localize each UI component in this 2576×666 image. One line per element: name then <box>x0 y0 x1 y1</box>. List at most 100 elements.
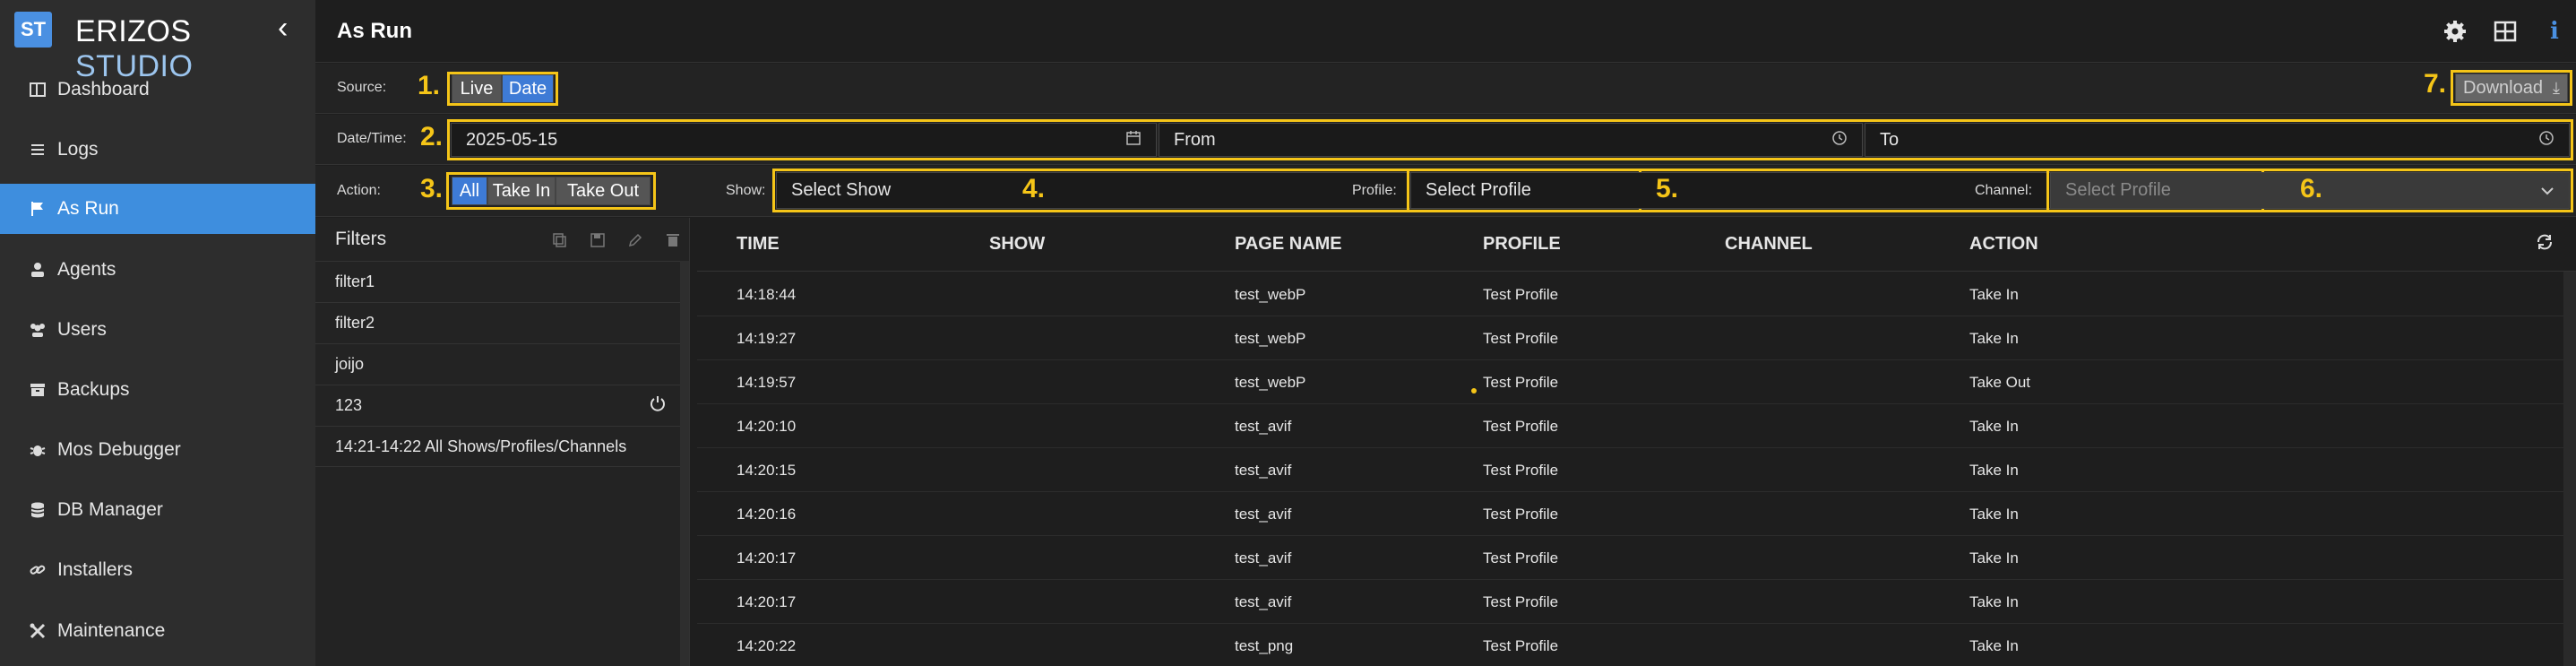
sidebar-item-installers[interactable]: Installers <box>0 545 315 595</box>
cell-profile: Test Profile <box>1483 330 1559 347</box>
cell-action: Take In <box>1969 418 2019 435</box>
cell-profile: Test Profile <box>1483 374 1559 391</box>
sidebar-item-label: Installers <box>57 559 134 580</box>
cell-action: Take In <box>1969 286 2019 303</box>
filter-item-label: filter1 <box>335 272 375 290</box>
column-header-profile[interactable]: PROFILE <box>1483 234 1561 255</box>
column-header-channel[interactable]: CHANNEL <box>1725 234 1813 255</box>
marker-3: 3. <box>420 174 444 203</box>
brand-name-main: ERIZOS <box>75 14 192 48</box>
action-row: Action: 3. All Take In Take Out Show: Se… <box>315 166 2576 217</box>
cell-profile: Test Profile <box>1483 418 1559 435</box>
source-live-button[interactable]: Live <box>452 74 502 103</box>
cell-page-name: test_avif <box>1235 549 1292 567</box>
copy-icon[interactable] <box>550 230 570 250</box>
cell-time: 14:20:10 <box>737 418 797 435</box>
table-scrollbar[interactable] <box>2563 272 2576 666</box>
edit-icon[interactable] <box>625 230 645 250</box>
to-time-placeholder: To <box>1880 129 1900 150</box>
filters-scrollbar[interactable] <box>680 261 689 666</box>
chevron-down-icon <box>2540 181 2554 200</box>
sidebar: ST ERIZOS STUDIO ‹ Dashboard Logs As Run <box>0 0 315 666</box>
as-run-table: TIME SHOW PAGE NAME PROFILE CHANNEL ACTI… <box>697 218 2576 666</box>
column-header-show[interactable]: SHOW <box>989 234 1045 255</box>
column-header-action[interactable]: ACTION <box>1969 234 2038 255</box>
date-input[interactable]: 2025-05-15 <box>451 123 1157 157</box>
trash-icon[interactable] <box>663 230 683 250</box>
filter-item[interactable]: joijo <box>315 343 690 385</box>
cell-page-name: test_avif <box>1235 418 1292 435</box>
sidebar-item-label: As Run <box>57 198 119 219</box>
download-button[interactable]: Download ⤓ <box>2455 74 2568 102</box>
column-header-time[interactable]: TIME <box>737 234 780 255</box>
refresh-icon[interactable] <box>2535 232 2554 258</box>
source-date-button[interactable]: Date <box>502 74 554 103</box>
cell-page-name: test_webP <box>1235 286 1306 303</box>
power-reset-icon[interactable] <box>649 394 667 418</box>
collapse-sidebar-icon[interactable]: ‹ <box>278 11 288 46</box>
sidebar-item-as-run[interactable]: As Run <box>0 184 315 234</box>
cell-time: 14:19:27 <box>737 330 797 347</box>
to-time-input[interactable]: To <box>1865 123 2570 157</box>
table-row[interactable]: 14:20:16 test_avif Test Profile Take In <box>697 492 2576 536</box>
sidebar-item-dashboard[interactable]: Dashboard <box>0 65 315 115</box>
sidebar-item-db-manager[interactable]: DB Manager <box>0 485 315 535</box>
settings-gear-icon[interactable] <box>2442 18 2468 45</box>
cell-action: Take In <box>1969 637 2019 654</box>
source-label: Source: <box>337 80 387 95</box>
save-icon[interactable] <box>588 230 607 250</box>
cell-page-name: test_avif <box>1235 593 1292 610</box>
app-root: ST ERIZOS STUDIO ‹ Dashboard Logs As Run <box>0 0 2576 666</box>
table-row[interactable]: 14:20:17 test_avif Test Profile Take In <box>697 580 2576 624</box>
table-row[interactable]: 14:20:15 test_avif Test Profile Take In <box>697 448 2576 492</box>
filter-item[interactable]: filter2 <box>315 302 690 343</box>
sidebar-item-label: Logs <box>57 139 99 160</box>
filter-item[interactable]: filter1 <box>315 261 690 302</box>
sidebar-item-mos-debugger[interactable]: Mos Debugger <box>0 425 315 475</box>
sidebar-item-agents[interactable]: Agents <box>0 245 315 295</box>
sidebar-item-users[interactable]: Users <box>0 305 315 355</box>
profile-select-value: Select Profile <box>1426 180 1531 200</box>
cell-action: Take In <box>1969 549 2019 567</box>
sidebar-item-logs[interactable]: Logs <box>0 125 315 175</box>
table-row[interactable]: 14:20:10 test_avif Test Profile Take In <box>697 404 2576 448</box>
cell-action: Take In <box>1969 593 2019 610</box>
cell-time: 14:19:57 <box>737 374 797 391</box>
layout-grid-icon[interactable] <box>2492 18 2519 45</box>
database-icon <box>27 499 48 521</box>
tools-icon <box>27 620 48 642</box>
calendar-icon <box>1125 130 1142 151</box>
action-take-out-button[interactable]: Take Out <box>556 177 650 205</box>
cell-profile: Test Profile <box>1483 286 1559 303</box>
cell-time: 14:18:44 <box>737 286 797 303</box>
filter-item[interactable]: 14:21-14:22 All Shows/Profiles/Channels <box>315 426 690 467</box>
from-time-input[interactable]: From <box>1159 123 1863 157</box>
cell-profile: Test Profile <box>1483 462 1559 479</box>
action-label: Action: <box>337 183 381 198</box>
action-take-in-button[interactable]: Take In <box>487 177 556 205</box>
download-label: Download <box>2463 77 2543 98</box>
table-row[interactable]: 14:19:57 test_webP Test Profile Take Out <box>697 360 2576 404</box>
sidebar-item-maintenance[interactable]: Maintenance <box>0 606 315 656</box>
sidebar-item-label: Agents <box>57 259 116 280</box>
cell-action: Take In <box>1969 462 2019 479</box>
info-icon[interactable]: i <box>2541 18 2568 45</box>
cell-profile: Test Profile <box>1483 637 1559 654</box>
table-row[interactable]: 14:19:27 test_webP Test Profile Take In <box>697 316 2576 360</box>
marker-2: 2. <box>420 122 444 151</box>
column-header-page-name[interactable]: PAGE NAME <box>1235 234 1342 255</box>
list-icon <box>27 139 48 160</box>
table-row[interactable]: 14:20:17 test_avif Test Profile Take In <box>697 536 2576 580</box>
sidebar-item-backups[interactable]: Backups <box>0 365 315 415</box>
bug-icon <box>27 439 48 461</box>
action-all-button[interactable]: All <box>452 177 487 205</box>
table-row[interactable]: 14:18:44 test_webP Test Profile Take In <box>697 272 2576 316</box>
filter-item[interactable]: 123 <box>315 385 690 426</box>
cell-profile: Test Profile <box>1483 506 1559 523</box>
dashboard-icon <box>27 79 48 100</box>
sidebar-item-label: Maintenance <box>57 620 166 641</box>
table-header: TIME SHOW PAGE NAME PROFILE CHANNEL ACTI… <box>697 218 2576 272</box>
datetime-row: Date/Time: 2. 2025-05-15 From To <box>315 115 2576 165</box>
clock-icon <box>2538 130 2554 151</box>
table-row[interactable]: 14:20:22 test_png Test Profile Take In <box>697 624 2576 666</box>
